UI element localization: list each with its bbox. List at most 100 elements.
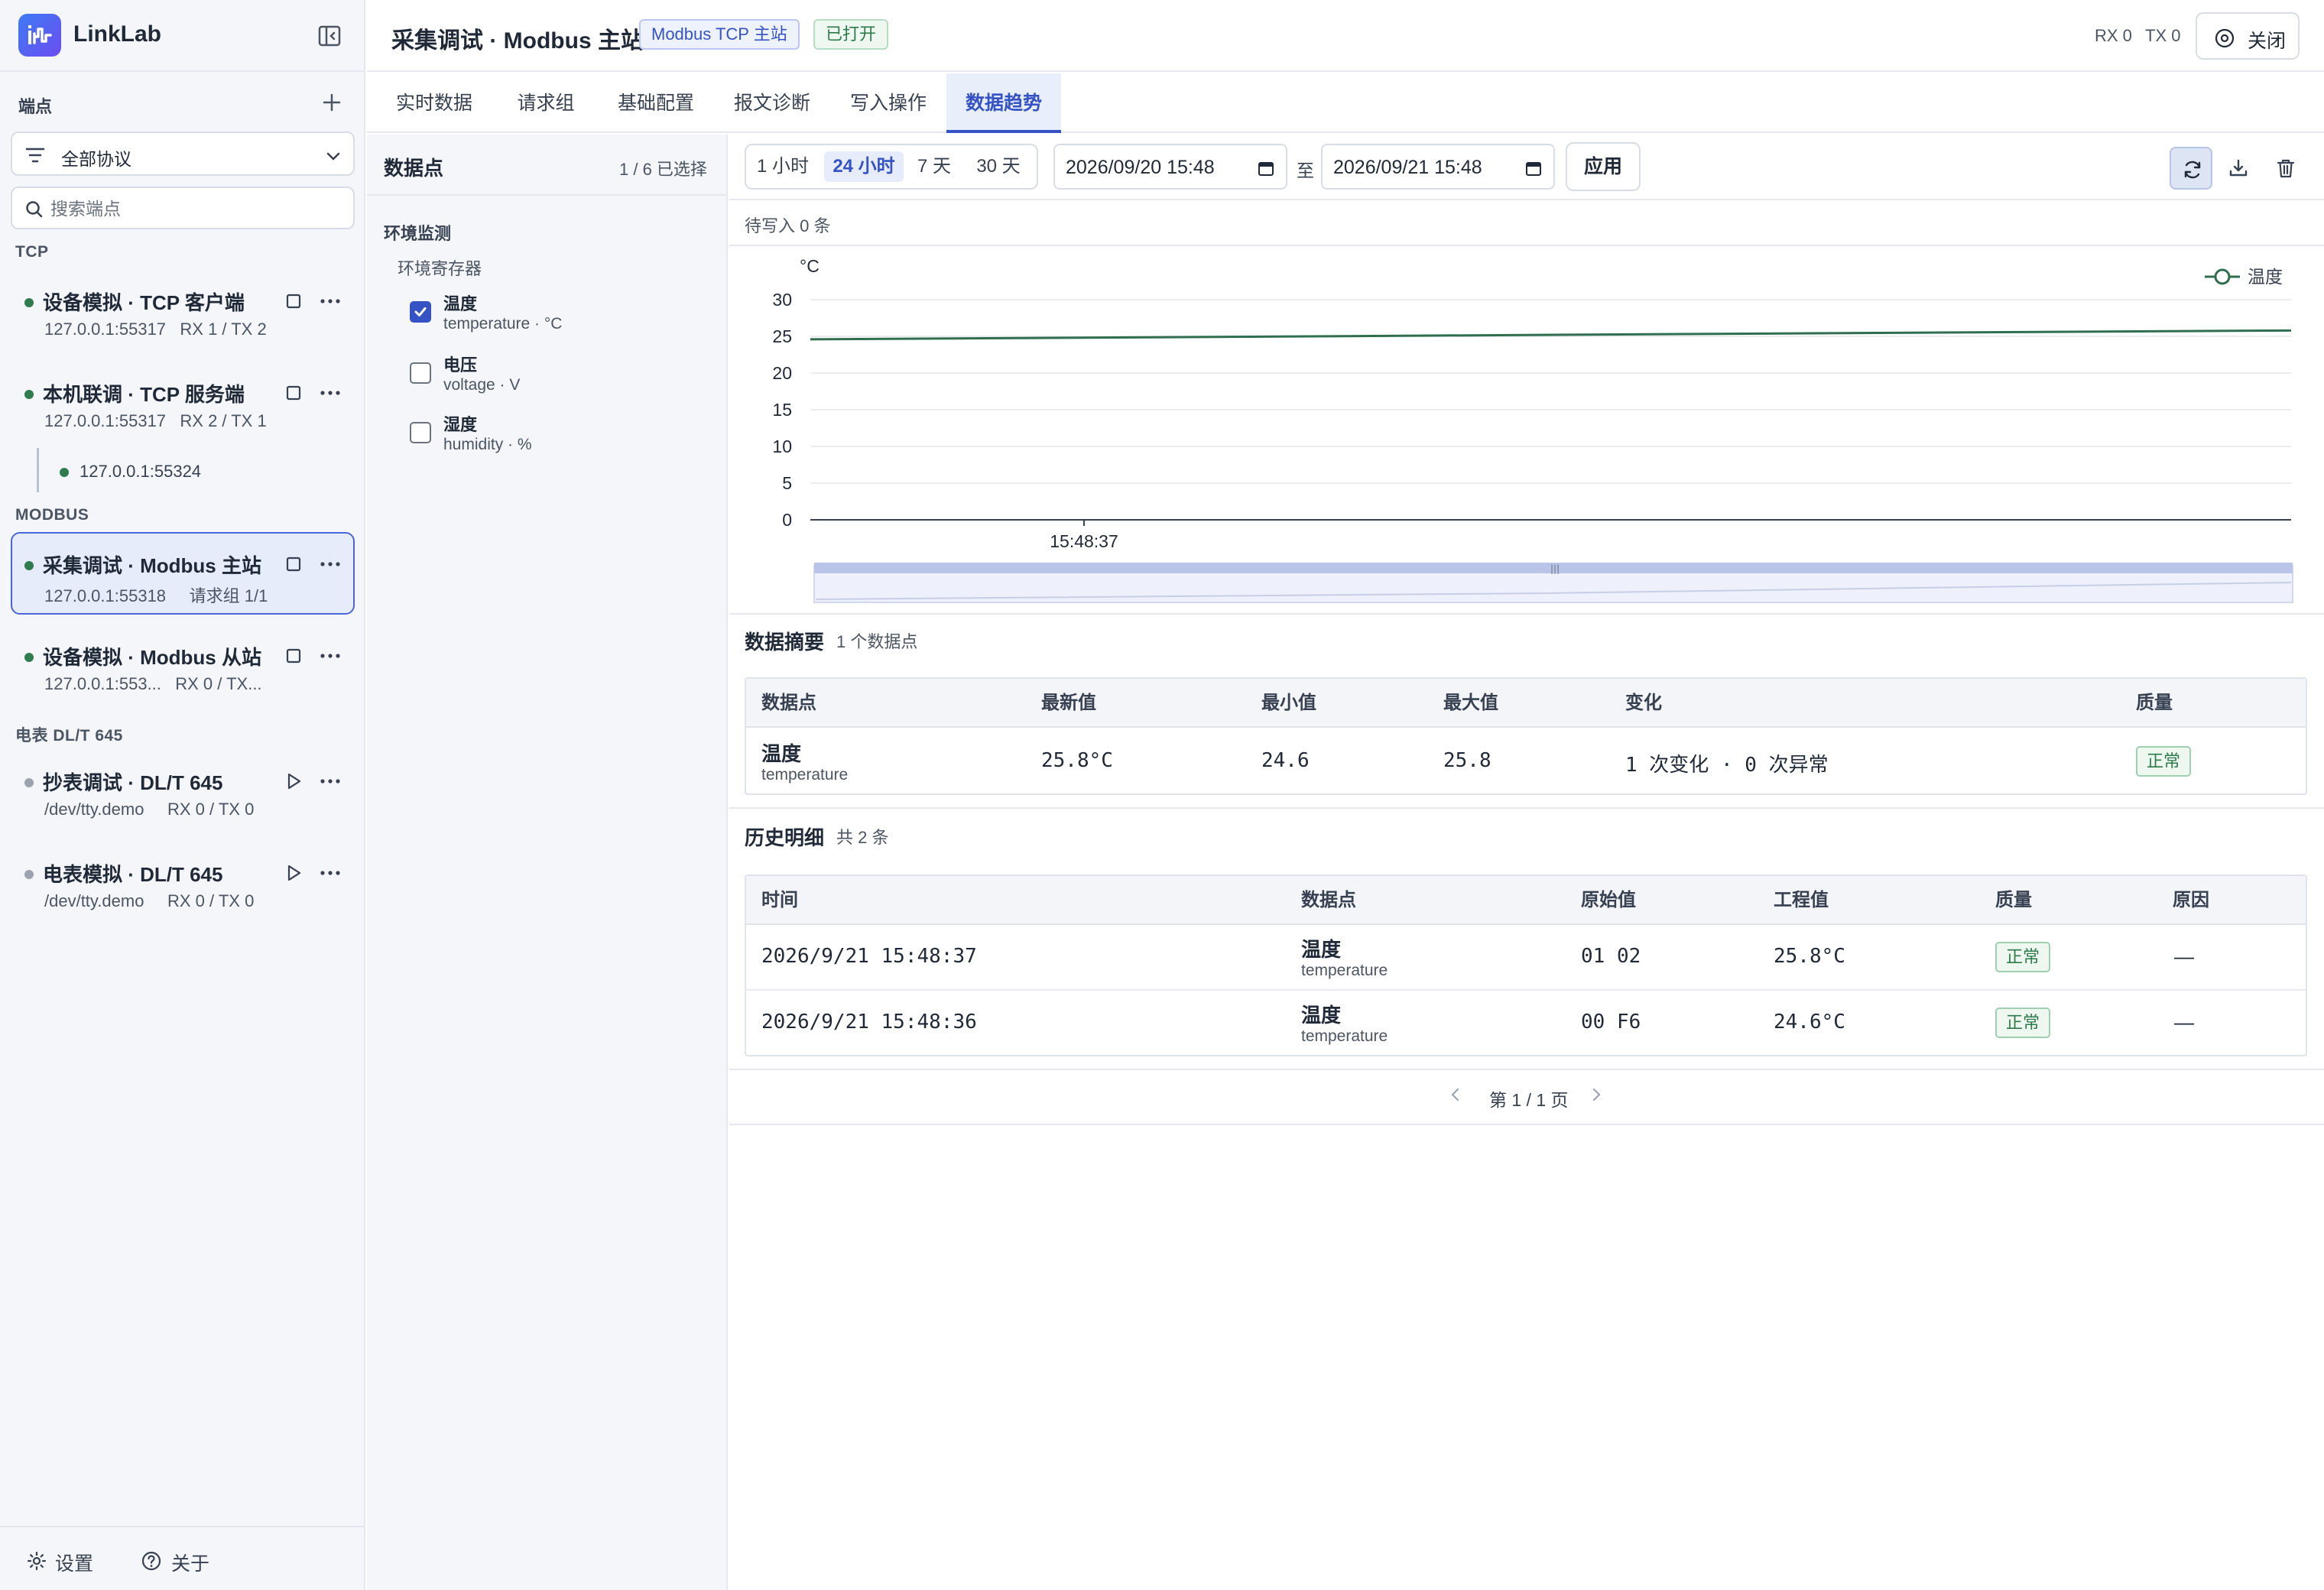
legend-marker (2214, 268, 2231, 285)
column-header: 变化 (1625, 693, 1662, 713)
close-button[interactable]: 关闭 (2196, 12, 2300, 60)
more-icon[interactable] (315, 381, 346, 405)
chart-y-unit: °C (800, 256, 820, 276)
range-30d-button[interactable]: 30 天 (968, 151, 1029, 182)
chart-series (810, 329, 2292, 341)
datapoint-checkbox-voltage[interactable] (410, 362, 431, 384)
divider (729, 1124, 2324, 1125)
more-icon[interactable] (315, 289, 346, 313)
pending-write-count: 待写入 0 条 (745, 216, 831, 235)
start-datetime-input[interactable]: 2026/09/20 15:48 (1053, 144, 1287, 190)
tab-data-trend[interactable]: 数据趋势 (946, 73, 1061, 133)
prev-page-icon[interactable] (1448, 1085, 1463, 1108)
endpoint-search[interactable] (11, 187, 355, 229)
gear-icon (26, 1550, 47, 1575)
endpoint-address: 127.0.0.1:55317 (44, 320, 167, 339)
history-title: 历史明细 (745, 826, 825, 849)
column-header: 原因 (2173, 890, 2209, 910)
quality-badge: 正常 (1995, 942, 2051, 972)
datapoint-meta: temperature · °C (443, 315, 563, 333)
settings-button[interactable]: 设置 (55, 1549, 93, 1576)
group-label-dlt645: 电表 DL/T 645 (15, 727, 123, 745)
range-1h-button[interactable]: 1 小时 (754, 151, 812, 182)
history-time: 2026/9/21 15:48:36 (761, 1011, 977, 1034)
stop-icon[interactable] (281, 289, 306, 313)
more-icon[interactable] (315, 552, 346, 576)
quality-badge: 正常 (2136, 746, 2192, 777)
stop-icon[interactable] (281, 644, 306, 668)
divider (729, 1069, 2324, 1070)
play-icon[interactable] (281, 769, 306, 793)
column-header: 数据点 (1301, 890, 1356, 910)
sidebar-collapse-icon[interactable] (316, 23, 342, 49)
about-button[interactable]: 关于 (171, 1549, 209, 1576)
datapoint-checkbox-humidity[interactable] (410, 422, 431, 443)
download-icon[interactable] (2217, 147, 2260, 190)
datapoint-name: 温度 (443, 294, 478, 313)
trend-chart[interactable]: °C 0 5 10 15 20 25 30 15:48:37 温度 ||| (729, 246, 2324, 612)
more-icon[interactable] (315, 769, 346, 793)
tab-write[interactable]: 写入操作 (846, 73, 931, 133)
group-label-modbus: MODBUS (15, 506, 89, 524)
tab-basic-config[interactable]: 基础配置 (613, 73, 699, 133)
stop-icon[interactable] (281, 381, 306, 405)
filter-icon (24, 146, 46, 168)
status-dot (24, 653, 34, 662)
endpoint-item-active[interactable]: 采集调试 · Modbus 主站 127.0.0.1:55318 请求组 1/1 (11, 532, 355, 615)
endpoint-item[interactable]: 本机联调 · TCP 服务端 127.0.0.1:55317 RX 2 / TX… (11, 361, 355, 443)
end-datetime-input[interactable]: 2026/09/21 15:48 (1321, 144, 1555, 190)
status-dot (24, 870, 34, 879)
range-7d-button[interactable]: 7 天 (913, 151, 956, 182)
stop-icon[interactable] (281, 552, 306, 576)
endpoint-item[interactable]: 电表模拟 · DL/T 645 /dev/tty.demo RX 0 / TX … (11, 841, 355, 923)
close-label: 关闭 (2248, 31, 2287, 52)
trash-icon[interactable] (2264, 147, 2307, 190)
endpoint-item[interactable]: 设备模拟 · Modbus 从站 127.0.0.1:553... RX 0 /… (11, 624, 355, 706)
endpoint-stats: RX 0 / TX... (175, 674, 262, 693)
page-header: 采集调试 · Modbus 主站 Modbus TCP 主站 已打开 RX 0 … (367, 0, 2324, 72)
protocol-filter-select[interactable]: 全部协议 (11, 131, 355, 176)
max-value: 25.8 (1443, 749, 1491, 772)
datapoint-checkbox-temperature[interactable] (410, 301, 431, 323)
app-name: LinkLab (73, 21, 162, 47)
connection-tree-line (37, 448, 39, 492)
chart-zoom-slider[interactable]: ||| (813, 563, 2293, 603)
range-24h-button[interactable]: 24 小时 (824, 151, 904, 182)
more-icon[interactable] (315, 861, 346, 885)
endpoint-name: 本机联调 · TCP 服务端 (43, 383, 245, 406)
apply-button[interactable]: 应用 (1566, 142, 1641, 191)
status-badge: 已打开 (813, 19, 889, 50)
tab-request-group[interactable]: 请求组 (509, 73, 583, 133)
endpoint-name: 设备模拟 · TCP 客户端 (43, 291, 245, 314)
y-tick-label: 20 (772, 363, 792, 383)
column-header: 最大值 (1443, 693, 1498, 713)
tab-frame-diagnostics[interactable]: 报文诊断 (729, 73, 815, 133)
y-tick-label: 5 (782, 473, 792, 493)
play-icon[interactable] (281, 861, 306, 885)
datapoint-meta: humidity · % (443, 436, 532, 453)
endpoint-item[interactable]: 抄表调试 · DL/T 645 /dev/tty.demo RX 0 / TX … (11, 749, 355, 832)
series-line (810, 329, 2292, 341)
endpoint-name: 设备模拟 · Modbus 从站 (43, 646, 261, 669)
sidebar: LinkLab 端点 全部协议 TCP 设备模拟 · TCP 客户端 127.0… (0, 0, 365, 1590)
child-connection[interactable]: 127.0.0.1:55324 (80, 462, 201, 482)
chart-x-ticks: 15:48:37 (1050, 520, 1118, 551)
history-count: 共 2 条 (836, 828, 889, 847)
status-dot (24, 778, 34, 787)
next-page-icon[interactable] (1589, 1085, 1604, 1108)
refresh-icon[interactable] (2170, 147, 2212, 190)
datapoint-panel: 数据点 1 / 6 已选择 环境监测 环境寄存器 温度 temperature … (367, 135, 728, 1590)
zoom-grip-icon[interactable]: ||| (1550, 563, 1560, 574)
more-icon[interactable] (315, 644, 346, 668)
chart-legend[interactable]: 温度 (2205, 267, 2283, 287)
endpoint-search-input[interactable] (50, 196, 341, 222)
tab-realtime[interactable]: 实时数据 (391, 73, 477, 133)
endpoint-item[interactable]: 设备模拟 · TCP 客户端 127.0.0.1:55317 RX 1 / TX… (11, 269, 355, 352)
endpoint-stats: 请求组 1/1 (189, 586, 268, 605)
endpoint-name: 采集调试 · Modbus 主站 (43, 554, 261, 577)
endpoint-stats: RX 0 / TX 0 (167, 891, 255, 910)
summary-title: 数据摘要 (745, 631, 825, 654)
add-endpoint-button[interactable] (320, 90, 344, 115)
status-dot (24, 390, 34, 399)
y-tick-label: 10 (772, 436, 792, 456)
